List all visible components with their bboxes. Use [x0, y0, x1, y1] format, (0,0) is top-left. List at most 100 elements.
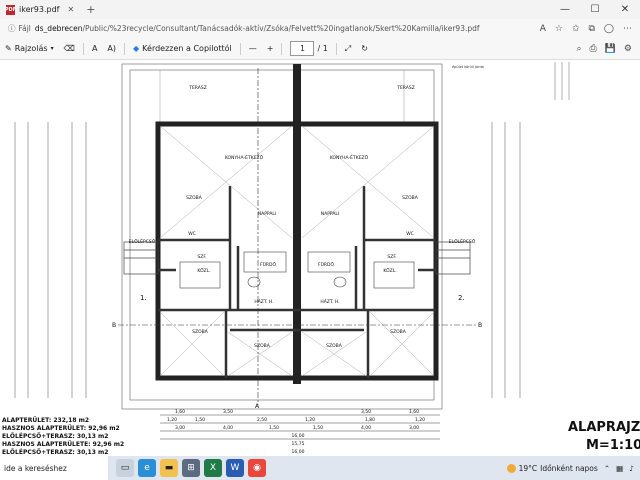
- rotate-button[interactable]: ↻: [356, 38, 373, 59]
- url-text[interactable]: ds_debrecen/Public/%23recycle/Consultant…: [35, 24, 480, 33]
- toolbar-divider: [239, 42, 241, 55]
- chevron-down-icon: ▾: [50, 45, 54, 52]
- zoom-icon[interactable]: A: [540, 24, 546, 34]
- favorites-icon[interactable]: ✩: [572, 24, 580, 34]
- settings-icon[interactable]: ⚙: [624, 44, 632, 54]
- file-explorer-icon[interactable]: ▬: [160, 459, 178, 477]
- dim-r2-2: 2,50: [257, 417, 267, 423]
- more-menu-icon[interactable]: ⋯: [623, 24, 632, 34]
- info-icon: ⓘ: [8, 24, 16, 33]
- room-label-5: SZOBA: [254, 343, 271, 349]
- site-info-button[interactable]: ⓘ Fájl: [0, 23, 35, 34]
- chrome-icon[interactable]: ◉: [248, 459, 266, 477]
- dim-r1-0: 1,60: [175, 409, 185, 415]
- plan-scale: M=1:100: [586, 438, 640, 453]
- edge-icon[interactable]: e: [138, 459, 156, 477]
- pdf-toolbar: ✎ Rajzolás ▾ ⌫ A A) ◆ Kérdezzen a Copilo…: [0, 38, 640, 60]
- search-placeholder: ide a kereséshez: [4, 463, 67, 473]
- living-label-2: NAPPALI: [321, 211, 340, 217]
- dim-r3-5: 3,00: [409, 425, 419, 431]
- svg-text:B: B: [478, 322, 482, 329]
- weather-temp: 19°C: [518, 463, 538, 473]
- collections-icon[interactable]: ⧉: [588, 24, 594, 34]
- floor-plan-drawing: B B A TERASZ TERASZ KONYHA-ÉTKEZŐ KONYHA…: [2, 62, 640, 456]
- text-icon: A: [91, 44, 98, 53]
- minimize-icon[interactable]: —: [550, 0, 580, 19]
- toolbar-divider: [82, 42, 84, 55]
- toolbar-divider: [335, 42, 337, 55]
- store-icon[interactable]: ⊞: [182, 459, 200, 477]
- draw-icon: ✎: [5, 44, 12, 53]
- dim-r3-1: 4,00: [223, 425, 233, 431]
- dim-r3-3: 1,50: [313, 425, 323, 431]
- bath-label-1: FÜRDŐ: [260, 261, 276, 268]
- maximize-icon[interactable]: ☐: [580, 0, 610, 19]
- search-icon[interactable]: ⌕: [576, 44, 581, 54]
- close-tab-icon[interactable]: ✕: [67, 5, 74, 14]
- unit-label-1: 1.: [140, 294, 147, 302]
- profile-icon[interactable]: ◯: [604, 24, 614, 34]
- print-icon[interactable]: ⎙: [590, 44, 597, 54]
- new-tab-icon[interactable]: +: [86, 3, 95, 16]
- address-bar[interactable]: ⓘ Fájl ds_debrecen/Public/%23recycle/Con…: [0, 19, 640, 38]
- living-label-1: NAPPALI: [258, 211, 277, 217]
- dim-r1-1: 3,50: [223, 409, 233, 415]
- terrace-label-1: TERASZ: [188, 85, 207, 91]
- zoom-out-button[interactable]: —: [244, 38, 262, 59]
- system-tray: 19°C Időnként napos ⌃ ▦ ♪: [506, 463, 640, 473]
- chevron-up-icon[interactable]: ⌃: [604, 464, 610, 473]
- hall-label-1: KÖZL.: [197, 267, 210, 274]
- copilot-label: Kérdezzen a Copilottól: [142, 44, 232, 53]
- copilot-button[interactable]: ◆ Kérdezzen a Copilottól: [128, 38, 237, 59]
- entry-label-1: ELŐLÉPCSŐ: [129, 237, 156, 245]
- copilot-icon: ◆: [133, 44, 140, 53]
- title-bar: PDF iker93.pdf ✕ + — ☐ ✕: [0, 0, 640, 19]
- text-button[interactable]: A: [87, 38, 102, 59]
- summary-line-3: ELŐLÉPCSŐ+TERASZ: 30,13 m2: [2, 432, 108, 440]
- dim-r2-0: 1,20: [167, 417, 177, 423]
- pantry-label-2: HÁZT. H.: [320, 298, 339, 305]
- dim-total-2: 16,00: [292, 449, 305, 455]
- zoom-in-button[interactable]: +: [262, 38, 279, 59]
- terrace-label-2: TERASZ: [396, 85, 415, 91]
- wc-label-2: WC: [406, 231, 414, 237]
- bath-label-2: FÜRDŐ: [318, 261, 334, 268]
- room-label-3: SZOBA: [192, 329, 209, 335]
- network-icon[interactable]: ▦: [616, 464, 623, 473]
- fit-page-button[interactable]: ⤢: [340, 38, 356, 59]
- kitchen-label-2: KONYHA-ÉTKEZŐ: [330, 153, 369, 161]
- weather-widget[interactable]: 19°C Időnként napos: [506, 463, 598, 473]
- weather-text: Időnként napos: [540, 463, 598, 473]
- word-icon[interactable]: W: [226, 459, 244, 477]
- browser-tab[interactable]: PDF iker93.pdf ✕ +: [0, 0, 101, 19]
- summary-line-5: ELŐLÉPCSŐ+TERASZ: 30,13 m2: [2, 448, 108, 456]
- walkway-note: épület körüli járda: [452, 65, 484, 69]
- draw-button[interactable]: ✎ Rajzolás ▾: [0, 38, 59, 59]
- dim-r3-0: 3,00: [175, 425, 185, 431]
- dim-r1-2: 3,50: [361, 409, 371, 415]
- task-view-icon[interactable]: ▭: [116, 459, 134, 477]
- plan-title: ALAPRAJZ: [568, 420, 640, 435]
- fit-page-icon: ⤢: [344, 43, 352, 53]
- close-window-icon[interactable]: ✕: [610, 0, 640, 19]
- pdf-viewer[interactable]: B B A TERASZ TERASZ KONYHA-ÉTKEZŐ KONYHA…: [0, 60, 640, 456]
- taskbar: ide a kereséshez ▭ e ▬ ⊞ X W ◉ 19°C Időn…: [0, 456, 640, 480]
- summary-line-1: ALAPTERÜLET: 232,18 m2: [2, 417, 89, 424]
- pantry-label-1: HÁZT. H.: [254, 298, 273, 305]
- dim-r1-3: 1,60: [409, 409, 419, 415]
- favorite-star-icon[interactable]: ☆: [555, 24, 563, 34]
- dim-r2-4: 1,80: [365, 417, 375, 423]
- volume-icon[interactable]: ♪: [629, 464, 634, 473]
- eraser-button[interactable]: ⌫: [59, 38, 80, 59]
- dim-r3-2: 1,50: [269, 425, 279, 431]
- taskbar-search[interactable]: ide a kereséshez: [0, 456, 108, 480]
- read-aloud-button[interactable]: A): [102, 38, 121, 59]
- excel-icon[interactable]: X: [204, 459, 222, 477]
- room-label-4: SZOBA: [390, 329, 407, 335]
- rotate-icon: ↻: [361, 44, 368, 53]
- closet-label-1: SZF.: [197, 254, 206, 260]
- save-icon[interactable]: 💾: [605, 44, 616, 54]
- room-label-6: SZOBA: [326, 343, 343, 349]
- page-number-input[interactable]: 1: [290, 41, 315, 56]
- room-label-1: SZOBA: [186, 195, 203, 201]
